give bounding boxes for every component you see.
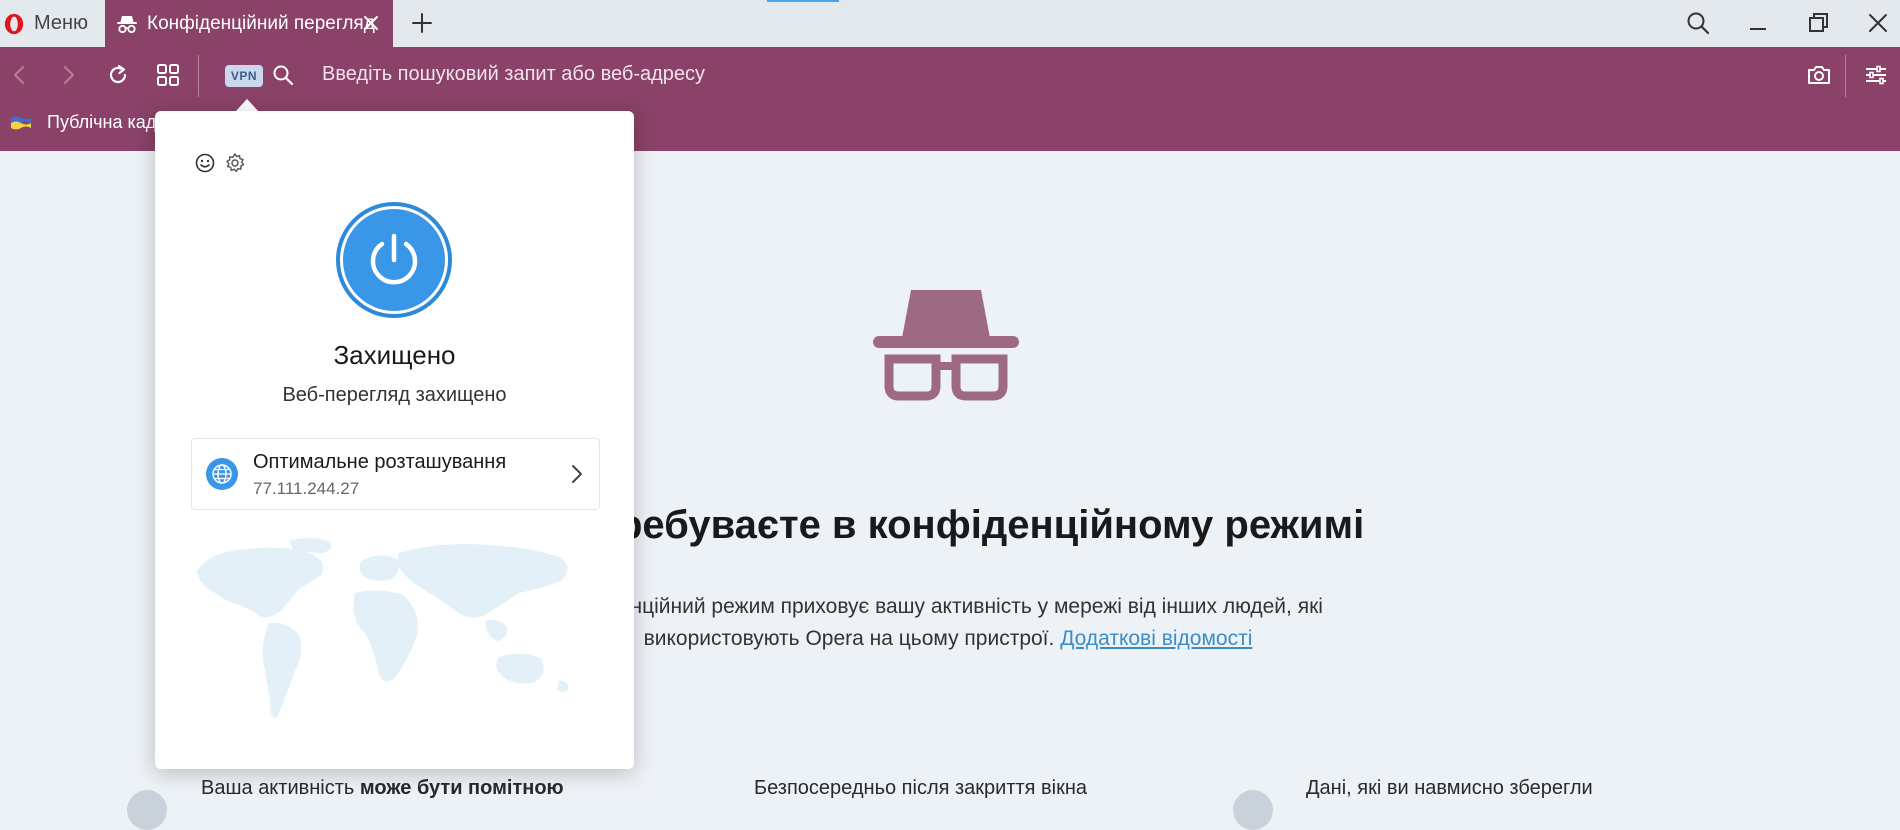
incognito-icon (117, 15, 137, 33)
bookmark-item[interactable]: Публічна кад (10, 112, 156, 133)
feature-item: Ваша активність може бути помітною (201, 777, 564, 800)
ukraine-flag-icon (11, 116, 31, 129)
vpn-status-subtitle: Веб-перегляд захищено (282, 384, 507, 406)
close-window-icon[interactable] (1864, 9, 1892, 37)
reload-icon[interactable] (105, 62, 131, 88)
ip-address: 77.111.244.27 (253, 479, 360, 498)
world-map-icon (197, 538, 569, 718)
toolbar-separator (198, 55, 199, 97)
easy-setup-icon[interactable] (1863, 62, 1889, 88)
speed-dial-icon[interactable] (155, 62, 181, 88)
feature-item: Безпосередньо після закриття вікна (754, 777, 1088, 799)
vpn-badge[interactable]: VPN (225, 65, 263, 87)
plus-icon[interactable] (410, 11, 434, 35)
search-icon (273, 65, 294, 86)
camera-icon[interactable] (1806, 62, 1832, 88)
bookmark-label: Публічна кад (47, 112, 157, 132)
vpn-popup: Захищено Веб-перегляд захищено Оптимальн… (155, 111, 634, 769)
tab-loading-indicator (767, 0, 839, 2)
feature-icon (127, 790, 167, 830)
menu-label: Меню (34, 12, 89, 34)
toolbar-separator (1845, 55, 1846, 97)
tab-strip: Меню Конфіденційний перегляд (0, 0, 1900, 47)
tab-private-browsing[interactable]: Конфіденційний перегляд (105, 0, 393, 47)
menu-button[interactable]: Меню (0, 0, 104, 47)
minimize-icon[interactable] (1744, 9, 1772, 37)
close-icon[interactable] (361, 13, 381, 33)
vpn-location-selector[interactable]: Оптимальне розташування 77.111.244.27 (191, 438, 600, 510)
incognito-hero-icon (873, 290, 1019, 401)
page-heading: ребуваєте в конфіденційному режимі (618, 503, 1365, 547)
vpn-status: Захищено (333, 340, 456, 370)
globe-icon (206, 458, 238, 490)
restore-icon[interactable] (1804, 9, 1832, 37)
feature-item: Дані, які ви навмисно зберегли (1306, 777, 1593, 799)
chevron-right-icon (572, 465, 582, 483)
location-name: Оптимальне розташування (253, 451, 507, 473)
settings-gear-icon[interactable] (224, 152, 246, 174)
page-description: нфіденційний режим приховує вашу активні… (560, 591, 1336, 655)
feedback-smiley-icon[interactable] (194, 152, 216, 174)
opera-logo-icon (4, 13, 24, 34)
forward-icon[interactable] (55, 62, 81, 88)
learn-more-link[interactable]: Додаткові відомості (1060, 627, 1252, 650)
vpn-power-button[interactable] (334, 200, 454, 320)
feature-icon (1233, 790, 1273, 830)
address-input[interactable]: Введіть пошуковий запит або веб-адресу (322, 63, 705, 86)
back-icon[interactable] (7, 62, 33, 88)
tab-title: Конфіденційний перегляд (147, 12, 375, 34)
search-icon[interactable] (1684, 9, 1712, 37)
